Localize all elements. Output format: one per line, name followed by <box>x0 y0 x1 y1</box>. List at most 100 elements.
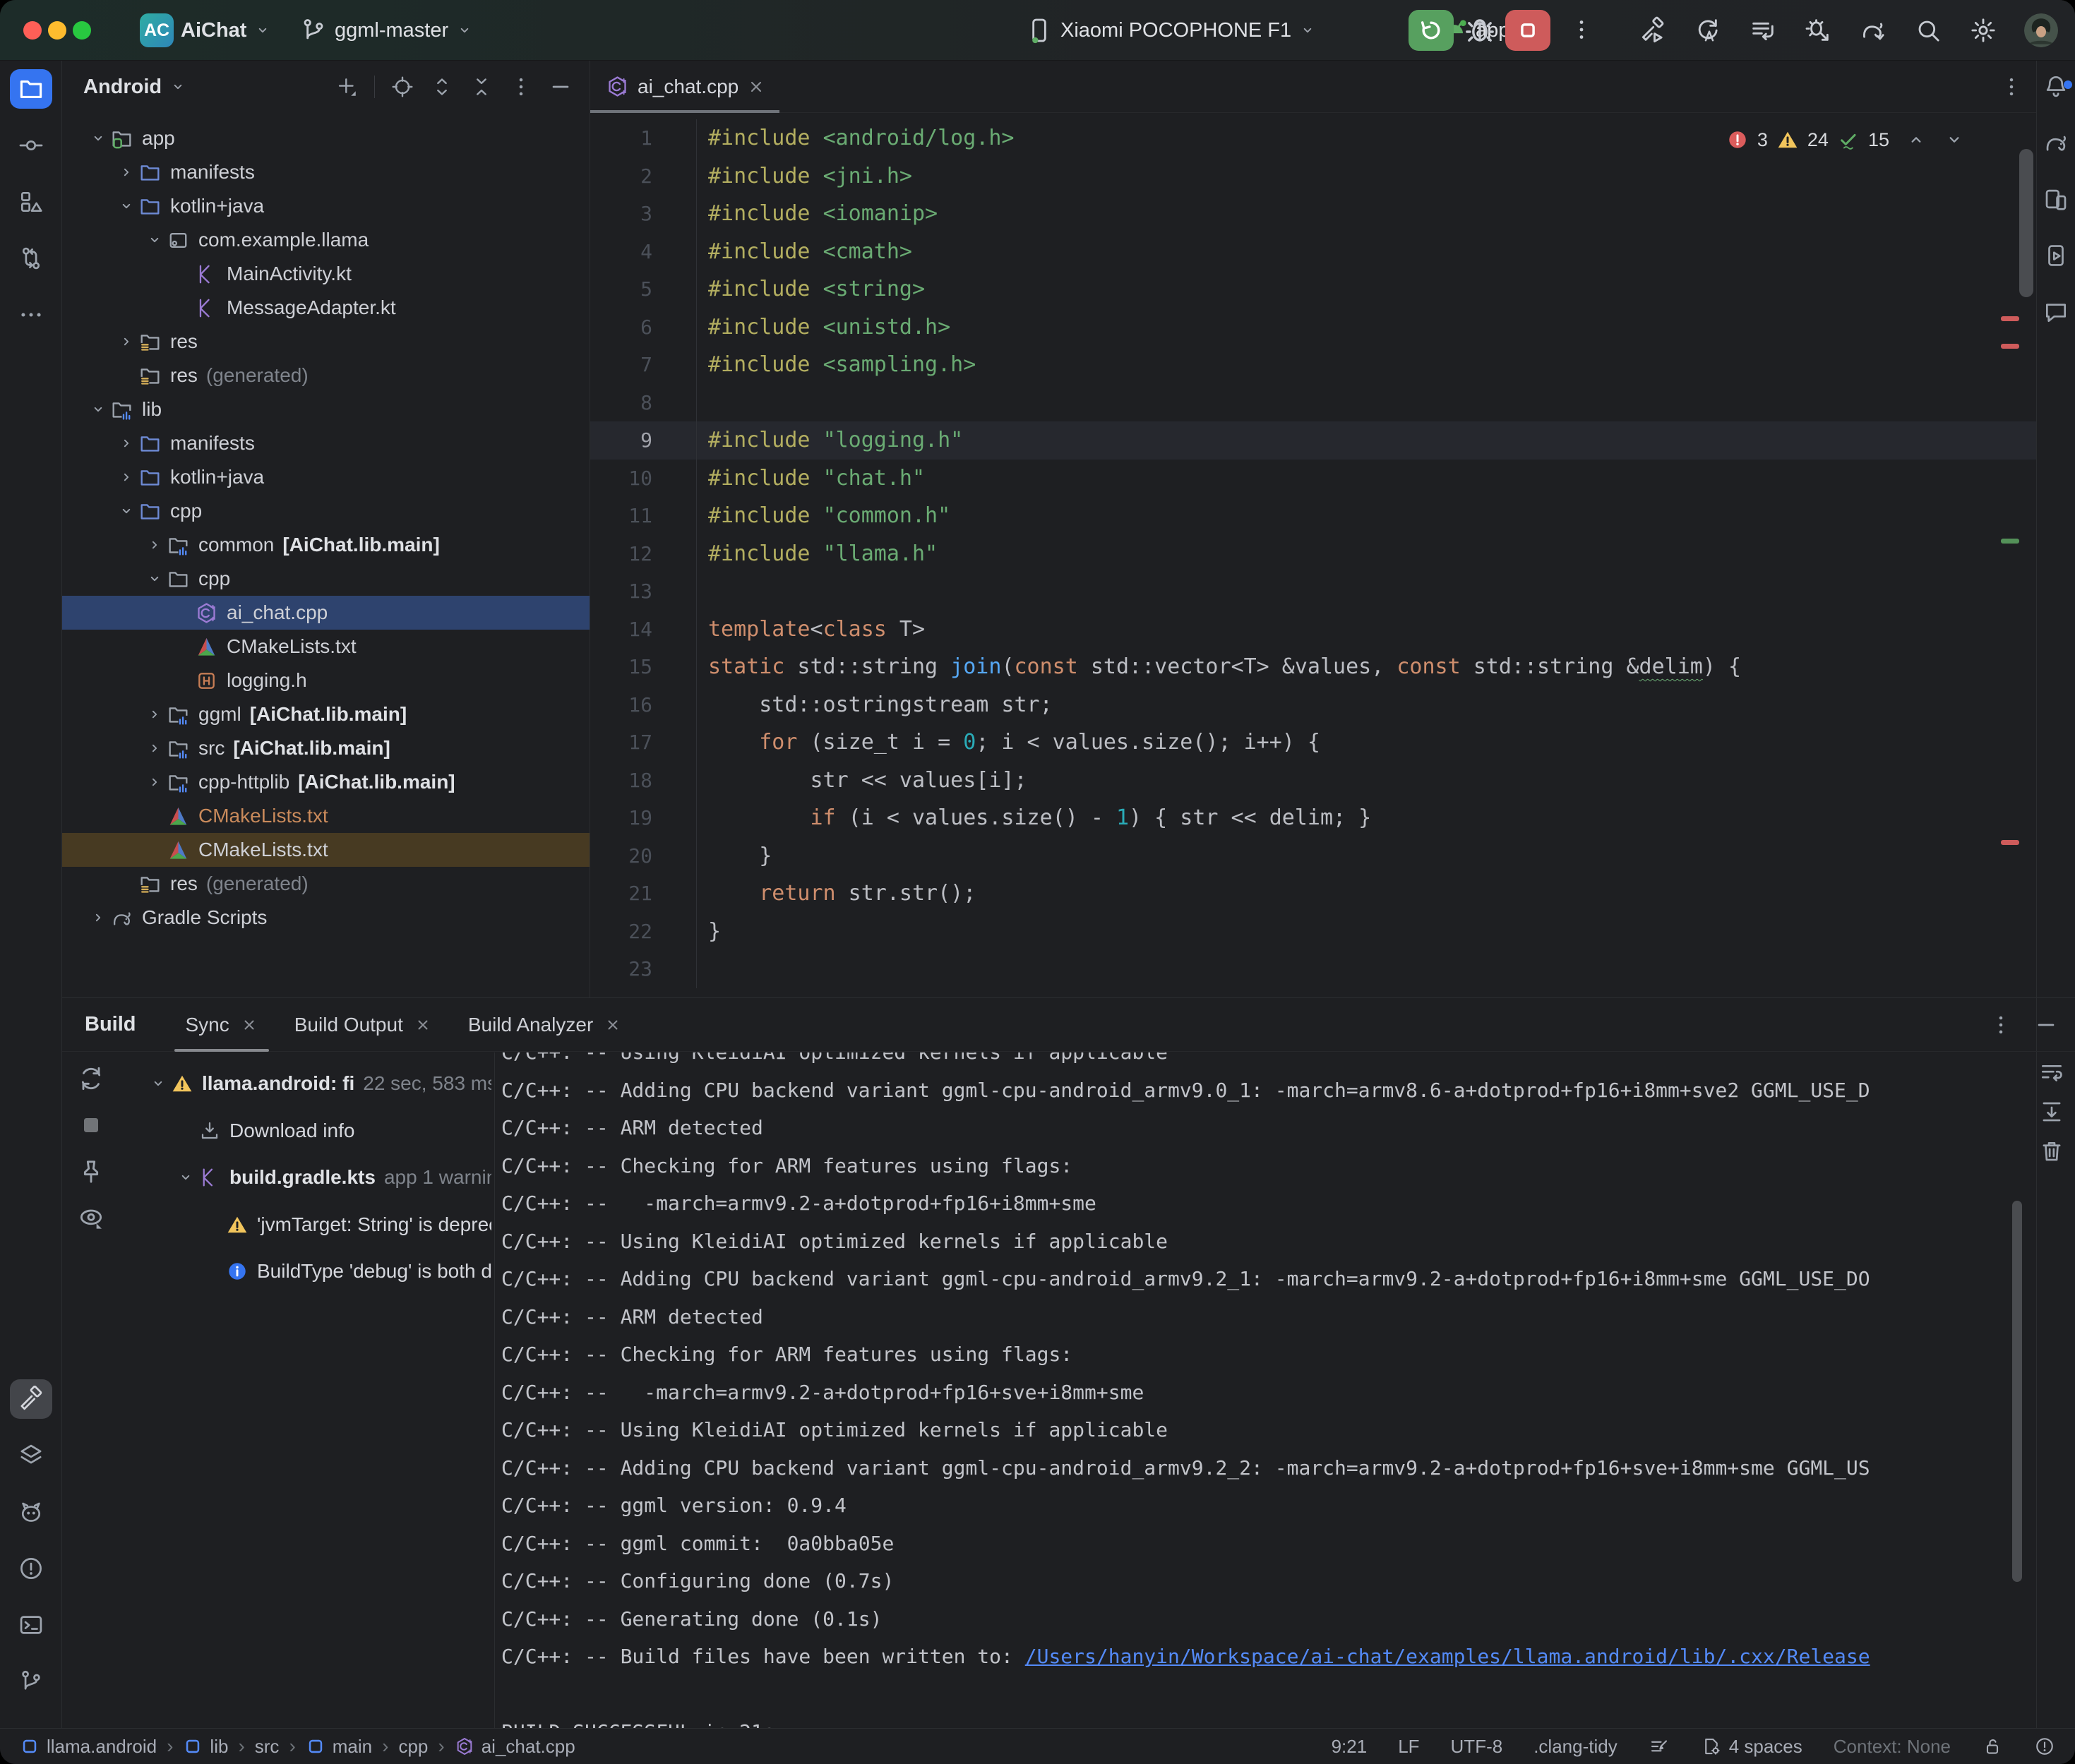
tool-window-button-running-devices[interactable] <box>2038 241 2074 270</box>
sync-tree-item[interactable]: build.gradle.ktsapp 1 warning <box>127 1154 491 1201</box>
sync-tree-item[interactable]: llama.android: fi22 sec, 583 ms <box>127 1060 491 1108</box>
collapse-all-icon[interactable] <box>470 75 494 99</box>
build-variants-button[interactable] <box>1749 16 1777 44</box>
tool-window-button-terminal[interactable] <box>10 1605 52 1645</box>
tree-item-lib[interactable]: lib <box>62 392 590 426</box>
preview-icon[interactable] <box>77 1204 105 1232</box>
branch-widget[interactable]: ggml-master <box>299 0 474 61</box>
tree-item-cpp-httplib[interactable]: cpp-httplib[AiChat.lib.main] <box>62 765 590 799</box>
tool-window-button-problems[interactable] <box>10 1549 52 1588</box>
line-number[interactable]: 1 <box>590 119 652 157</box>
build-tab-build-output[interactable]: Build Output <box>276 998 450 1052</box>
line-number[interactable]: 8 <box>590 384 652 422</box>
line-number[interactable]: 3 <box>590 195 652 233</box>
tree-item-kotlin-java[interactable]: kotlin+java <box>62 189 590 223</box>
pin-icon[interactable] <box>77 1158 105 1186</box>
tree-item-cmakelists-txt[interactable]: CMakeLists.txt <box>62 799 590 833</box>
add-icon[interactable] <box>335 75 359 99</box>
tree-item-ai-chat-cpp[interactable]: ai_chat.cpp <box>62 596 590 630</box>
gradle-sync-button[interactable] <box>1859 16 1887 44</box>
line-number[interactable]: 7 <box>590 346 652 384</box>
status-item-utf-8[interactable]: UTF-8 <box>1451 1736 1503 1758</box>
line-number[interactable]: 13 <box>590 572 652 611</box>
line-number[interactable]: 19 <box>590 799 652 837</box>
tool-window-button-structure[interactable] <box>10 182 52 222</box>
settings-button[interactable] <box>1969 16 1997 44</box>
tree-item-kotlin-java[interactable]: kotlin+java <box>62 460 590 494</box>
tree-item-res[interactable]: res(generated) <box>62 867 590 901</box>
status-item-lock-open[interactable] <box>1982 1736 2003 1757</box>
status-item-lf[interactable]: LF <box>1398 1736 1419 1758</box>
tree-item-cpp[interactable]: cpp <box>62 494 590 528</box>
line-number[interactable]: 5 <box>590 270 652 308</box>
line-number[interactable]: 15 <box>590 648 652 686</box>
editor-scrollbar[interactable] <box>2019 149 2033 297</box>
device-selector[interactable]: Xiaomi POCOPHONE F1 <box>1025 0 1317 61</box>
line-number[interactable]: 14 <box>590 611 652 649</box>
tree-item-mainactivity-kt[interactable]: MainActivity.kt <box>62 257 590 291</box>
close-window-button[interactable] <box>23 21 42 40</box>
tool-window-button-more-tool-windows[interactable] <box>10 295 52 335</box>
line-number[interactable]: 18 <box>590 762 652 800</box>
build-console[interactable]: C/C++: -- Using KleidiAI optimized kerne… <box>501 1052 2012 1728</box>
debug-button[interactable] <box>1463 13 1497 47</box>
line-number[interactable]: 9 <box>590 421 652 460</box>
error-stripe-mark[interactable] <box>2001 344 2019 349</box>
clear-all-icon[interactable] <box>2038 1138 2065 1165</box>
tree-item-com-example-llama[interactable]: com.example.llama <box>62 223 590 257</box>
breadcrumb-item[interactable]: cpp <box>398 1736 428 1758</box>
tree-item-messageadapter-kt[interactable]: MessageAdapter.kt <box>62 291 590 325</box>
tab-ai-chat-cpp[interactable]: ai_chat.cpp <box>590 61 779 113</box>
line-number[interactable]: 20 <box>590 837 652 875</box>
ok-stripe-mark[interactable] <box>2001 539 2019 544</box>
tree-item-cmakelists-txt[interactable]: CMakeLists.txt <box>62 833 590 867</box>
line-number[interactable]: 16 <box>590 686 652 724</box>
line-number[interactable]: 11 <box>590 497 652 535</box>
breadcrumb-item[interactable]: src <box>255 1736 280 1758</box>
make-project-button[interactable] <box>1639 16 1667 44</box>
build-tab-sync[interactable]: Sync <box>167 998 276 1052</box>
close-icon[interactable] <box>747 78 765 96</box>
tool-window-button-gradle[interactable] <box>2038 128 2074 157</box>
breadcrumb-item[interactable]: lib <box>183 1736 228 1758</box>
tool-window-button-commit[interactable] <box>10 126 52 165</box>
tree-item-manifests[interactable]: manifests <box>62 426 590 460</box>
status-item-formatter[interactable] <box>1649 1736 1670 1757</box>
tree-item-cmakelists-txt[interactable]: CMakeLists.txt <box>62 630 590 664</box>
status-item--clang-tidy[interactable]: .clang-tidy <box>1533 1736 1617 1758</box>
re-sync-icon[interactable] <box>77 1064 105 1093</box>
tool-window-button-version-control[interactable] <box>10 1662 52 1701</box>
project-widget[interactable]: AC AiChat <box>140 0 272 61</box>
expand-all-icon[interactable] <box>430 75 454 99</box>
line-number[interactable]: 23 <box>590 950 652 988</box>
tool-window-button-project[interactable] <box>10 69 52 109</box>
tree-item-cpp[interactable]: cpp <box>62 562 590 596</box>
build-options-kebab-icon[interactable] <box>1989 1013 2013 1037</box>
options-icon[interactable] <box>509 75 533 99</box>
sync-and-refactor-button[interactable] <box>1694 16 1722 44</box>
tree-item-manifests[interactable]: manifests <box>62 155 590 189</box>
inspections-widget[interactable]: 3 24 15 <box>1726 124 1966 155</box>
tool-window-button-app-inspection[interactable] <box>10 1436 52 1475</box>
breadcrumb-item[interactable]: main <box>306 1736 372 1758</box>
profiler-button[interactable] <box>1804 16 1832 44</box>
close-icon[interactable] <box>414 1016 431 1033</box>
line-number[interactable]: 17 <box>590 724 652 762</box>
editor-options-kebab-icon[interactable] <box>1999 75 2023 99</box>
project-view-selector[interactable]: Android <box>83 76 162 99</box>
soft-wrap-icon[interactable] <box>2038 1059 2065 1086</box>
build-tab-build-analyzer[interactable]: Build Analyzer <box>450 998 640 1052</box>
tree-item-gradle-scripts[interactable]: Gradle Scripts <box>62 901 590 935</box>
line-number[interactable]: 12 <box>590 535 652 573</box>
line-number[interactable]: 10 <box>590 460 652 498</box>
console-link[interactable]: /Users/hanyin/Workspace/ai-chat/examples… <box>1025 1645 1870 1668</box>
scroll-to-end-icon[interactable] <box>2038 1098 2065 1125</box>
profile-avatar-button[interactable] <box>2024 13 2058 47</box>
tool-window-button-notifications[interactable] <box>2038 72 2074 100</box>
locate-file-icon[interactable] <box>390 75 414 99</box>
zoom-window-button[interactable] <box>73 21 91 40</box>
status-item-error-outline[interactable] <box>2034 1736 2055 1757</box>
tool-window-button-device-manager[interactable] <box>2038 185 2074 213</box>
more-run-options-button[interactable] <box>1569 17 1594 42</box>
error-stripe-mark[interactable] <box>2001 840 2019 845</box>
